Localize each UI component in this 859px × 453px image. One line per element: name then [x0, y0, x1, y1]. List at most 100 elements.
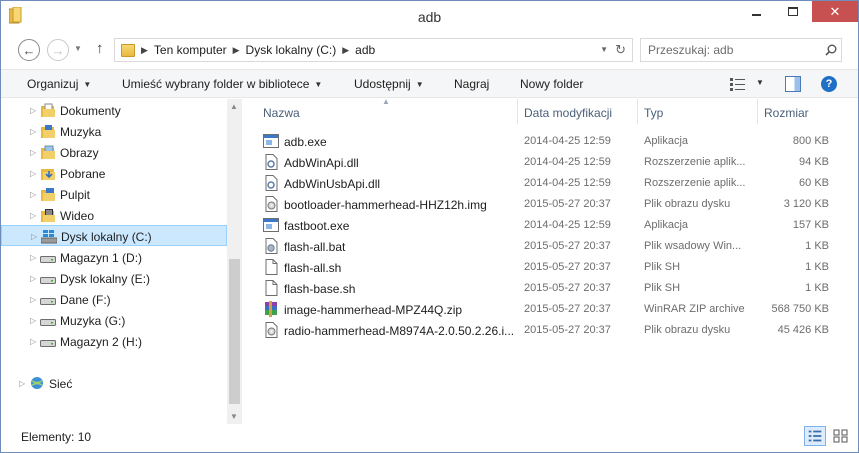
- chevron-right-icon[interactable]: ▶: [342, 45, 349, 56]
- expand-arrow-icon[interactable]: ▷: [30, 253, 36, 262]
- file-size: 60 KB: [799, 177, 829, 189]
- column-header-name[interactable]: Nazwa: [263, 99, 300, 124]
- arrow-right-icon: →: [51, 42, 65, 58]
- file-row[interactable]: radio-hammerhead-M8974A-2.0.50.2.26.i...…: [255, 320, 845, 341]
- file-row[interactable]: AdbWinUsbApi.dll 2014-04-25 12:59 Rozsze…: [255, 173, 845, 194]
- scrollbar-thumb[interactable]: [229, 259, 240, 404]
- details-view-icon[interactable]: [804, 426, 826, 446]
- file-type: Plik wsadowy Win...: [644, 240, 742, 252]
- file-row[interactable]: fastboot.exe 2014-04-25 12:59 Aplikacja …: [255, 215, 845, 236]
- nav-item-drive-c[interactable]: ▷ Dysk lokalny (C:): [1, 225, 227, 246]
- file-row[interactable]: flash-all.sh 2015-05-27 20:37 Plik SH 1 …: [255, 257, 845, 278]
- search-icon[interactable]: [821, 40, 841, 60]
- disk-image-icon: [265, 196, 278, 212]
- breadcrumb-drive-c[interactable]: Dysk lokalny (C:): [246, 43, 337, 57]
- address-bar[interactable]: ▶ Ten komputer ▶ Dysk lokalny (C:) ▶ adb…: [114, 38, 633, 62]
- file-date: 2015-05-27 20:37: [524, 303, 611, 315]
- column-header-date[interactable]: Data modyfikacji: [524, 99, 612, 124]
- close-button[interactable]: ✕: [812, 1, 858, 22]
- nav-item-pictures[interactable]: ▷ Obrazy: [1, 142, 227, 163]
- large-icons-view-icon[interactable]: [830, 426, 852, 446]
- preview-pane-icon[interactable]: [785, 76, 801, 92]
- nav-scrollbar[interactable]: ▲ ▼: [227, 99, 242, 424]
- expand-arrow-icon[interactable]: ▷: [30, 106, 36, 115]
- nav-item-drive-g[interactable]: ▷ Muzyka (G:): [1, 310, 227, 331]
- file-size: 800 KB: [792, 135, 829, 147]
- recent-locations-chevron-icon[interactable]: ▼: [74, 44, 82, 53]
- expand-arrow-icon[interactable]: ▷: [31, 232, 37, 241]
- nav-item-documents[interactable]: ▷ Dokumenty: [1, 100, 227, 121]
- title-bar: adb ✕: [1, 1, 858, 32]
- drive-icon: [40, 319, 56, 326]
- expand-arrow-icon[interactable]: ▷: [30, 337, 36, 346]
- file-row[interactable]: AdbWinApi.dll 2014-04-25 12:59 Rozszerze…: [255, 152, 845, 173]
- change-view-icon[interactable]: [730, 77, 748, 91]
- back-button[interactable]: ←: [18, 39, 40, 61]
- search-box[interactable]: Przeszukaj: adb: [640, 38, 842, 62]
- maximize-button[interactable]: [775, 1, 811, 22]
- file-row[interactable]: flash-base.sh 2015-05-27 20:37 Plik SH 1…: [255, 278, 845, 299]
- help-icon[interactable]: ?: [821, 76, 837, 92]
- file-type: Plik SH: [644, 261, 681, 273]
- search-input[interactable]: Przeszukaj: adb: [648, 43, 821, 57]
- expand-arrow-icon[interactable]: ▷: [30, 148, 36, 157]
- burn-button[interactable]: Nagraj: [454, 77, 489, 91]
- scroll-up-icon[interactable]: ▲: [230, 102, 238, 111]
- drive-icon: [40, 298, 56, 305]
- refresh-icon[interactable]: ↻: [615, 42, 626, 58]
- expand-arrow-icon[interactable]: ▷: [30, 295, 36, 304]
- file-size: 1 KB: [805, 240, 829, 252]
- minimize-button[interactable]: [739, 1, 774, 22]
- expand-arrow-icon[interactable]: ▷: [30, 274, 36, 283]
- nav-item-drive-h[interactable]: ▷ Magazyn 2 (H:): [1, 331, 227, 352]
- column-divider[interactable]: [517, 99, 518, 124]
- expand-arrow-icon[interactable]: ▷: [30, 316, 36, 325]
- file-date: 2015-05-27 20:37: [524, 198, 611, 210]
- chevron-down-icon: ▼: [314, 80, 323, 89]
- nav-item-drive-d[interactable]: ▷ Magazyn 1 (D:): [1, 247, 227, 268]
- nav-item-label: Dysk lokalny (E:): [60, 272, 151, 286]
- expand-arrow-icon[interactable]: ▷: [30, 211, 36, 220]
- share-menu[interactable]: Udostępnij ▼: [354, 77, 424, 91]
- nav-item-label: Dane (F:): [60, 293, 111, 307]
- file-row[interactable]: image-hammerhead-MPZ44Q.zip 2015-05-27 2…: [255, 299, 845, 320]
- expand-arrow-icon[interactable]: ▷: [30, 190, 36, 199]
- new-folder-button[interactable]: Nowy folder: [520, 77, 583, 91]
- breadcrumb-adb[interactable]: adb: [355, 43, 375, 57]
- column-header-type[interactable]: Typ: [644, 99, 663, 124]
- nav-item-downloads[interactable]: ▷ Pobrane: [1, 163, 227, 184]
- chevron-down-icon[interactable]: ▼: [756, 78, 764, 87]
- file-row[interactable]: flash-all.bat 2015-05-27 20:37 Plik wsad…: [255, 236, 845, 257]
- organize-menu[interactable]: Organizuj ▼: [27, 77, 91, 91]
- nav-item-videos[interactable]: ▷ Wideo: [1, 205, 227, 226]
- address-dropdown-icon[interactable]: ▼: [600, 45, 608, 54]
- file-date: 2014-04-25 12:59: [524, 177, 611, 189]
- nav-item-network[interactable]: ▷ Sieć: [1, 373, 227, 394]
- column-divider[interactable]: [637, 99, 638, 124]
- file-name: flash-base.sh: [284, 282, 356, 296]
- file-row[interactable]: bootloader-hammerhead-HHZ12h.img 2015-05…: [255, 194, 845, 215]
- nav-item-label: Pulpit: [60, 188, 91, 202]
- breadcrumb-computer[interactable]: Ten komputer: [154, 43, 227, 57]
- file-row[interactable]: adb.exe 2014-04-25 12:59 Aplikacja 800 K…: [255, 131, 845, 152]
- chevron-right-icon[interactable]: ▶: [141, 45, 148, 56]
- nav-item-music[interactable]: ▷ Muzyka: [1, 121, 227, 142]
- forward-button[interactable]: →: [47, 39, 69, 61]
- column-divider[interactable]: [757, 99, 758, 124]
- scroll-down-icon[interactable]: ▼: [230, 412, 238, 421]
- expand-arrow-icon[interactable]: ▷: [30, 127, 36, 136]
- chevron-right-icon[interactable]: ▶: [233, 45, 240, 56]
- share-label: Udostępnij: [354, 77, 411, 91]
- expand-arrow-icon[interactable]: ▷: [19, 379, 25, 388]
- documents-icon: [41, 103, 55, 117]
- up-arrow-icon[interactable]: ↑: [96, 40, 104, 57]
- column-header-size[interactable]: Rozmiar: [764, 99, 809, 124]
- include-library-menu[interactable]: Umieść wybrany folder w bibliotece ▼: [122, 77, 322, 91]
- nav-item-drive-e[interactable]: ▷ Dysk lokalny (E:): [1, 268, 227, 289]
- blank-file-icon: [265, 259, 278, 275]
- drive-icon: [40, 277, 56, 284]
- expand-arrow-icon[interactable]: ▷: [30, 169, 36, 178]
- nav-item-drive-f[interactable]: ▷ Dane (F:): [1, 289, 227, 310]
- nav-item-desktop[interactable]: ▷ Pulpit: [1, 184, 227, 205]
- nav-item-label: Magazyn 1 (D:): [60, 251, 143, 265]
